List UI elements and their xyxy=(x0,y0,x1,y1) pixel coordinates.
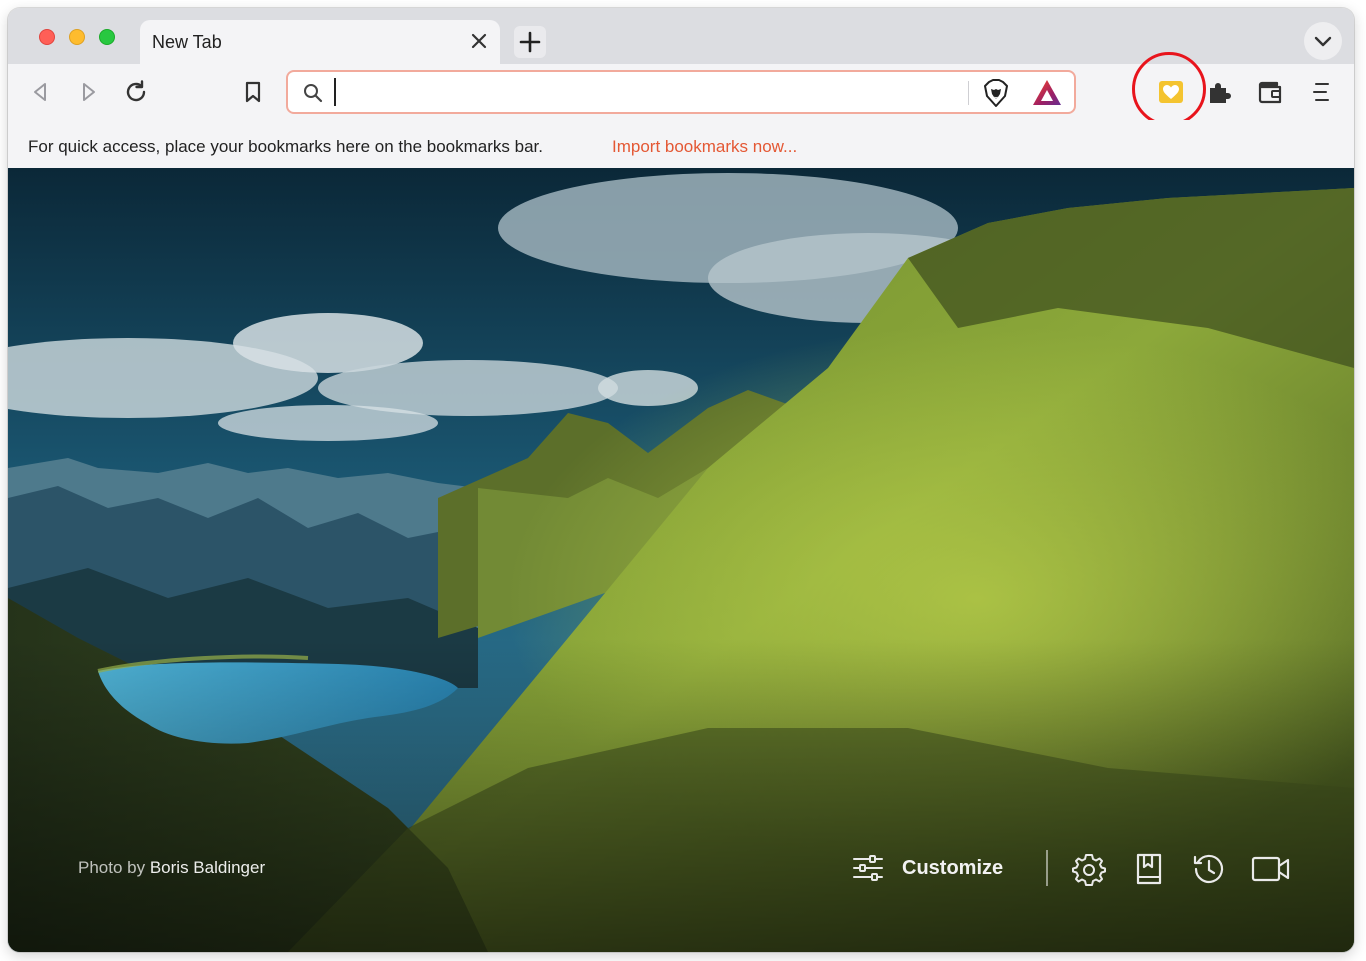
sliders-icon xyxy=(853,855,883,881)
video-icon xyxy=(1251,856,1290,882)
extensions-icon xyxy=(1210,83,1231,103)
url-input[interactable] xyxy=(334,78,954,106)
bookmark-page-button[interactable] xyxy=(236,75,270,109)
reload-button[interactable] xyxy=(119,75,153,109)
plus-icon xyxy=(519,31,541,53)
zoom-window-button[interactable] xyxy=(99,29,115,45)
search-icon xyxy=(302,82,324,109)
close-icon[interactable] xyxy=(468,30,490,52)
photo-credit-author[interactable]: Boris Baldinger xyxy=(150,858,265,877)
tab-strip: New Tab xyxy=(8,8,1354,64)
close-window-button[interactable] xyxy=(39,29,55,45)
wallet-icon xyxy=(1258,81,1282,104)
url-divider xyxy=(968,81,969,105)
back-button[interactable] xyxy=(24,75,58,109)
chevron-down-icon xyxy=(1314,36,1332,47)
background-photo xyxy=(8,168,1354,952)
ntp-divider xyxy=(1046,850,1048,886)
bookmarks-book-icon xyxy=(1136,853,1162,885)
import-bookmarks-link[interactable]: Import bookmarks now... xyxy=(612,137,797,157)
gear-icon xyxy=(1072,854,1106,886)
back-icon xyxy=(34,83,46,101)
forward-icon xyxy=(83,83,95,101)
brave-shields-button[interactable] xyxy=(980,77,1012,109)
tab-title: New Tab xyxy=(152,32,222,52)
customize-label: Customize xyxy=(902,856,1004,879)
rewards-heart-icon xyxy=(1159,81,1183,103)
wallet-button[interactable] xyxy=(1253,75,1287,109)
brave-talk-button[interactable] xyxy=(1250,850,1292,888)
tab-search-button[interactable] xyxy=(1304,22,1342,60)
photo-credit-prefix: Photo by xyxy=(78,858,146,877)
main-menu-button[interactable] xyxy=(1304,75,1338,109)
minimize-window-button[interactable] xyxy=(69,29,85,45)
brave-shields-icon xyxy=(984,79,1008,107)
bookmarks-bar-hint: For quick access, place your bookmarks h… xyxy=(28,137,543,156)
settings-button[interactable] xyxy=(1070,850,1108,888)
rewards-toolbar-button[interactable] xyxy=(1154,75,1188,109)
toolbar xyxy=(8,64,1354,120)
history-button[interactable] xyxy=(1190,850,1228,888)
bookmarks-button[interactable] xyxy=(1130,850,1168,888)
brave-rewards-button[interactable] xyxy=(1030,77,1064,109)
new-tab-button[interactable] xyxy=(514,26,546,58)
tab-new-tab[interactable]: New Tab xyxy=(140,20,500,64)
history-icon xyxy=(1193,854,1224,884)
photo-credit: Photo by Boris Baldinger xyxy=(78,858,265,878)
bookmark-icon xyxy=(245,81,261,103)
address-bar[interactable] xyxy=(286,70,1076,114)
reload-icon xyxy=(126,80,146,102)
customize-button[interactable]: Customize xyxy=(852,848,1003,888)
menu-icon xyxy=(1313,83,1329,101)
new-tab-page: Photo by Boris Baldinger Customize xyxy=(8,168,1354,952)
brave-rewards-icon xyxy=(1033,80,1061,105)
extensions-button[interactable] xyxy=(1202,75,1236,109)
browser-window: New Tab For quick access, place your boo… xyxy=(8,8,1354,952)
forward-button[interactable] xyxy=(71,75,105,109)
bookmarks-bar: For quick access, place your bookmarks h… xyxy=(8,120,1354,168)
